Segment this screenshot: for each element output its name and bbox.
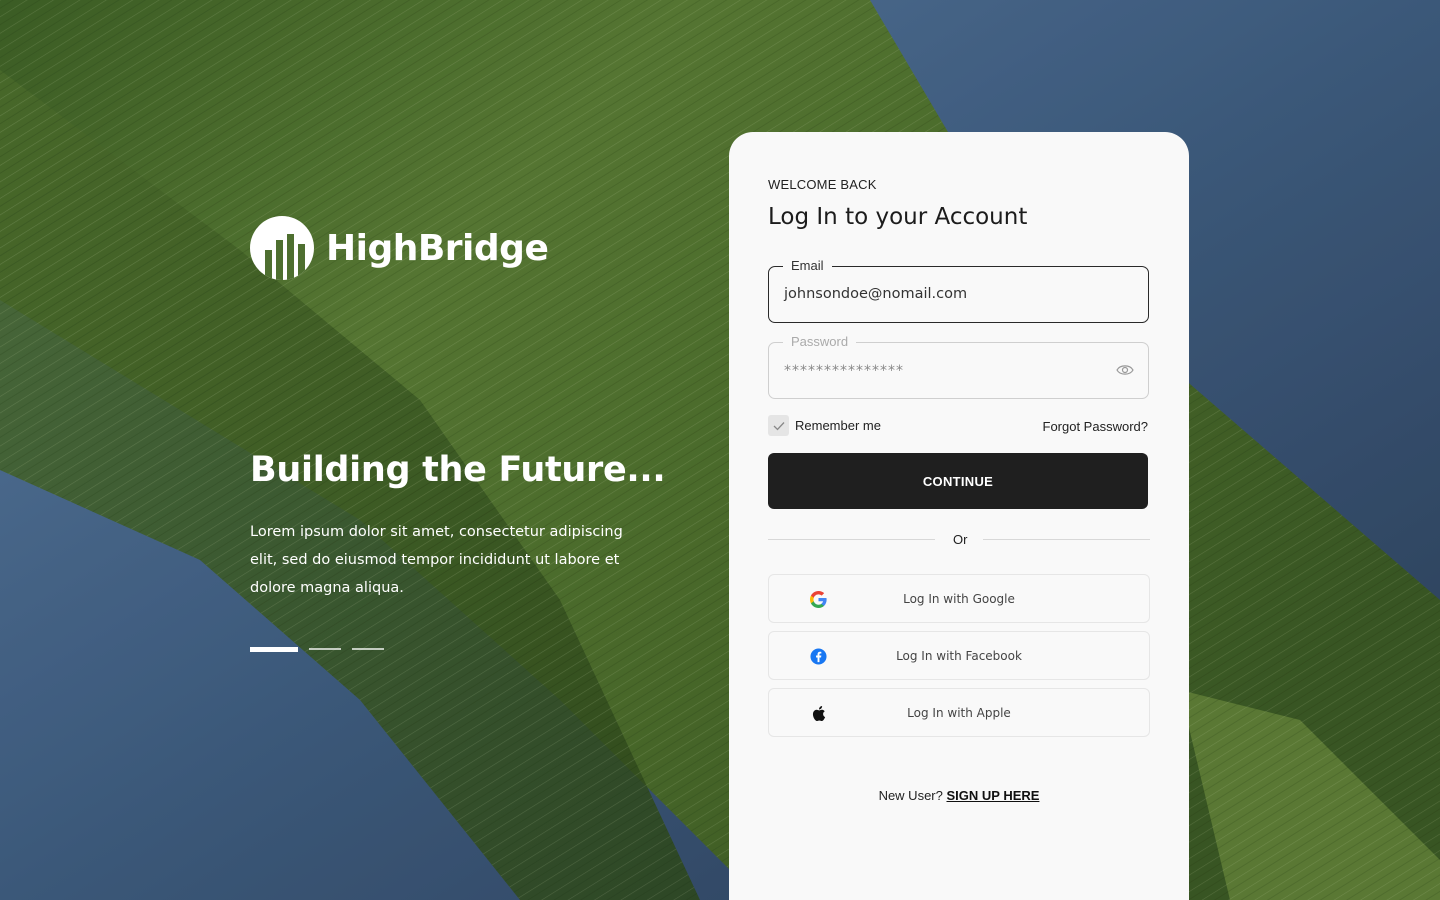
apple-login-label: Log In with Apple [907, 706, 1011, 720]
google-login-button[interactable]: Log In with Google [768, 574, 1150, 623]
remember-me[interactable]: Remember me [768, 415, 881, 436]
remember-label: Remember me [795, 418, 881, 433]
divider-line-left [768, 539, 935, 540]
highbridge-logo-icon [250, 216, 314, 280]
background-image [0, 0, 1440, 900]
email-label: Email [783, 258, 832, 273]
or-label: Or [953, 532, 968, 547]
apple-login-button[interactable]: Log In with Apple [768, 688, 1150, 737]
or-divider: Or [768, 532, 1150, 548]
hero-title: Building the Future... [250, 450, 666, 490]
check-icon [773, 421, 784, 430]
email-field[interactable]: Email johnsondoe@nomail.com [768, 258, 1149, 323]
carousel-dot-3[interactable] [352, 648, 384, 650]
facebook-login-label: Log In with Facebook [896, 649, 1022, 663]
login-title: Log In to your Account [768, 204, 1028, 230]
password-value[interactable]: *************** [784, 363, 904, 379]
continue-button[interactable]: CONTINUE [768, 453, 1148, 509]
remember-checkbox[interactable] [768, 415, 789, 436]
brand: HighBridge [250, 216, 549, 280]
brand-name: HighBridge [326, 227, 549, 269]
carousel-dot-1[interactable] [250, 646, 298, 652]
welcome-eyebrow: WELCOME BACK [768, 177, 877, 192]
google-login-label: Log In with Google [903, 592, 1015, 606]
signup-prompt: New User? SIGN UP HERE [729, 788, 1189, 803]
email-value[interactable]: johnsondoe@nomail.com [784, 286, 967, 302]
carousel-indicators [250, 646, 384, 652]
hero-text: Lorem ipsum dolor sit amet, consectetur … [250, 524, 623, 596]
forgot-password-link[interactable]: Forgot Password? [1043, 419, 1149, 434]
signup-link[interactable]: SIGN UP HERE [946, 788, 1039, 803]
facebook-login-button[interactable]: Log In with Facebook [768, 631, 1150, 680]
login-card: WELCOME BACK Log In to your Account Emai… [729, 132, 1189, 900]
carousel-dot-2[interactable] [309, 648, 341, 650]
password-label: Password [783, 334, 857, 349]
password-field[interactable]: Password *************** [768, 334, 1149, 399]
signup-prompt-text: New User? [878, 788, 943, 803]
divider-line-right [983, 539, 1150, 540]
eye-icon[interactable] [1116, 363, 1134, 377]
